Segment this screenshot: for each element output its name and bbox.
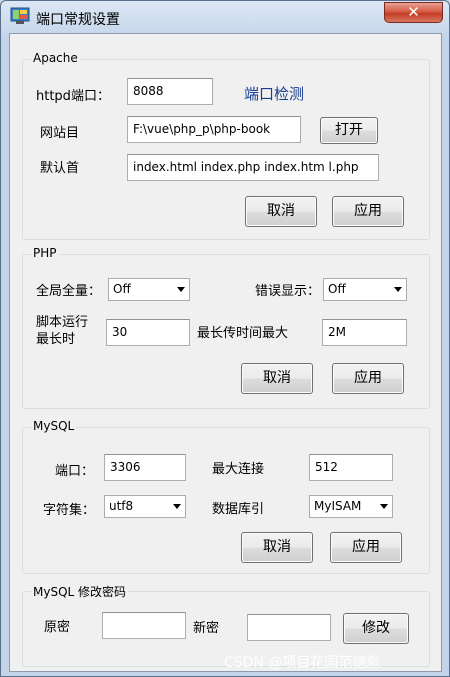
open-dir-button[interactable]: 打开	[320, 117, 378, 144]
error-display-select[interactable]: Off	[323, 278, 407, 301]
global-var-value: Off	[113, 282, 131, 296]
close-button[interactable]: ✕	[384, 2, 443, 23]
apache-legend: Apache	[31, 51, 80, 65]
chevron-down-icon	[380, 504, 388, 509]
db-engine-value: MyISAM	[314, 499, 362, 513]
mysql-legend: MySQL	[31, 419, 77, 433]
chevron-down-icon	[177, 287, 185, 292]
chevron-down-icon	[394, 287, 402, 292]
error-display-label: 错误显示：	[255, 284, 321, 299]
mysql-apply-button[interactable]: 应用	[330, 532, 402, 563]
max-exec-input[interactable]: 30	[106, 319, 190, 346]
apache-group: Apache httpd端口： 8088 端口检测 网站目 F:\vue\php…	[22, 51, 430, 240]
default-index-input[interactable]: index.html index.php index.htm l.php	[127, 154, 379, 181]
title-bar[interactable]: 端口常规设置 ✕	[1, 1, 449, 33]
mysql-port-input[interactable]: 3306	[104, 454, 186, 481]
chevron-down-icon	[173, 504, 181, 509]
apache-cancel-button[interactable]: 取消	[245, 196, 317, 227]
old-password-input[interactable]	[102, 612, 186, 639]
max-connections-label: 最大连接	[212, 462, 265, 477]
settings-window: 端口常规设置 ✕ Apache httpd端口： 8088 端口检测 网站目 F…	[0, 0, 450, 677]
default-index-label: 默认首	[40, 161, 80, 176]
close-icon: ✕	[407, 3, 420, 21]
error-display-value: Off	[328, 282, 346, 296]
new-password-input[interactable]	[247, 614, 331, 641]
httpd-port-label: httpd端口：	[36, 89, 110, 104]
window-title: 端口常规设置	[36, 12, 120, 28]
max-upload-label: 最长传时间最大	[197, 326, 289, 341]
php-cancel-button[interactable]: 取消	[241, 363, 313, 394]
new-password-label: 新密	[193, 621, 220, 636]
mysql-port-label: 端口：	[55, 464, 95, 479]
old-password-label: 原密	[44, 620, 71, 635]
site-dir-label: 网站目	[40, 126, 80, 141]
global-var-select[interactable]: Off	[108, 278, 190, 301]
client-area: Apache httpd端口： 8088 端口检测 网站目 F:\vue\php…	[9, 33, 442, 672]
watermark-text: CSDN @项目花园范德彪	[224, 655, 381, 671]
charset-label: 字符集：	[43, 503, 96, 518]
php-apply-button[interactable]: 应用	[332, 363, 404, 394]
app-icon	[10, 7, 30, 24]
global-var-label: 全局全量：	[36, 284, 102, 299]
mysql-group: MySQL 端口： 3306 最大连接 512 字符集： utf8 数据库引 M…	[22, 419, 430, 574]
db-engine-label: 数据库引	[212, 502, 265, 517]
site-dir-input[interactable]: F:\vue\php_p\php-book	[127, 116, 301, 143]
max-upload-input[interactable]: 2M	[322, 319, 407, 346]
apache-apply-button[interactable]: 应用	[332, 196, 404, 227]
max-exec-label-line1: 脚本运行	[36, 315, 89, 330]
mysql-cancel-button[interactable]: 取消	[241, 532, 313, 563]
max-exec-label-line2: 最长时	[36, 332, 76, 347]
max-connections-input[interactable]: 512	[309, 454, 393, 481]
modify-password-button[interactable]: 修改	[343, 613, 409, 644]
httpd-port-input[interactable]: 8088	[127, 78, 213, 105]
password-legend: MySQL 修改密码	[31, 583, 129, 600]
charset-select[interactable]: utf8	[104, 495, 186, 518]
max-exec-label: 脚本运行 最长时	[36, 314, 88, 348]
db-engine-select[interactable]: MyISAM	[309, 495, 393, 518]
php-legend: PHP	[31, 246, 59, 260]
charset-value: utf8	[109, 499, 134, 513]
php-group: PHP 全局全量： Off 错误显示： Off 脚本运行 最长时 30 最长传时…	[22, 246, 430, 409]
check-port-link[interactable]: 端口检测	[244, 83, 304, 104]
